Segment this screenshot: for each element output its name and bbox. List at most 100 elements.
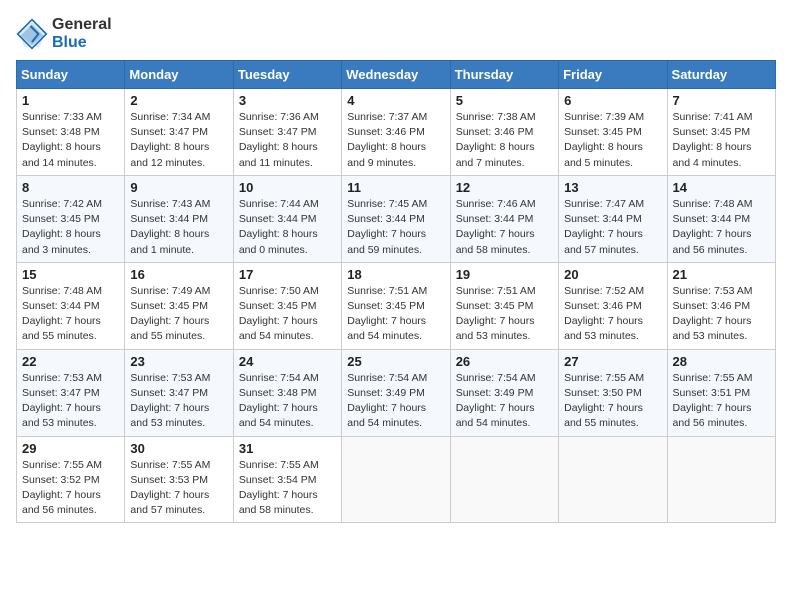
calendar-cell: 14Sunrise: 7:48 AM Sunset: 3:44 PM Dayli… (667, 175, 775, 262)
day-number: 16 (130, 267, 227, 282)
calendar-cell: 8Sunrise: 7:42 AM Sunset: 3:45 PM Daylig… (17, 175, 125, 262)
day-number: 25 (347, 354, 444, 369)
calendar-cell: 6 Sunrise: 7:39 AM Sunset: 3:45 PM Daylig… (559, 89, 667, 176)
calendar-cell: 23 Sunrise: 7:53 AM Sunset: 3:47 PM Dayli… (125, 349, 233, 436)
calendar-body: 1 Sunrise: 7:33 AM Sunset: 3:48 PM Daylig… (17, 89, 776, 523)
day-number: 26 (456, 354, 553, 369)
day-info: Sunrise: 7:42 AM Sunset: 3:45 PM Dayligh… (22, 197, 119, 258)
logo: General Blue (16, 16, 112, 52)
calendar-week-row: 15Sunrise: 7:48 AM Sunset: 3:44 PM Dayli… (17, 262, 776, 349)
day-info: Sunrise: 7:51 AM Sunset: 3:45 PM Dayligh… (456, 284, 553, 345)
calendar-cell: 13 Sunrise: 7:47 AM Sunset: 3:44 PM Dayli… (559, 175, 667, 262)
day-info: Sunrise: 7:54 AM Sunset: 3:49 PM Dayligh… (456, 371, 553, 432)
calendar-week-row: 29 Sunrise: 7:55 AM Sunset: 3:52 PM Dayli… (17, 436, 776, 523)
day-info: Sunrise: 7:54 AM Sunset: 3:49 PM Dayligh… (347, 371, 444, 432)
calendar-cell: 22 Sunrise: 7:53 AM Sunset: 3:47 PM Dayli… (17, 349, 125, 436)
calendar-cell: 9Sunrise: 7:43 AM Sunset: 3:44 PM Daylig… (125, 175, 233, 262)
day-info: Sunrise: 7:54 AM Sunset: 3:48 PM Dayligh… (239, 371, 336, 432)
calendar-table: SundayMondayTuesdayWednesdayThursdayFrid… (16, 60, 776, 523)
day-number: 28 (673, 354, 770, 369)
day-number: 23 (130, 354, 227, 369)
day-number: 29 (22, 441, 119, 456)
day-info: Sunrise: 7:34 AM Sunset: 3:47 PM Dayligh… (130, 110, 227, 171)
calendar-cell: 10 Sunrise: 7:44 AM Sunset: 3:44 PM Dayli… (233, 175, 341, 262)
weekday-header-thursday: Thursday (450, 61, 558, 89)
day-info: Sunrise: 7:44 AM Sunset: 3:44 PM Dayligh… (239, 197, 336, 258)
calendar-cell (559, 436, 667, 523)
calendar-week-row: 22 Sunrise: 7:53 AM Sunset: 3:47 PM Dayli… (17, 349, 776, 436)
day-info: Sunrise: 7:39 AM Sunset: 3:45 PM Dayligh… (564, 110, 661, 171)
day-info: Sunrise: 7:53 AM Sunset: 3:46 PM Dayligh… (673, 284, 770, 345)
weekday-header-sunday: Sunday (17, 61, 125, 89)
header: General Blue (16, 16, 776, 52)
calendar-header: SundayMondayTuesdayWednesdayThursdayFrid… (17, 61, 776, 89)
day-info: Sunrise: 7:55 AM Sunset: 3:51 PM Dayligh… (673, 371, 770, 432)
day-number: 30 (130, 441, 227, 456)
calendar-cell: 4 Sunrise: 7:37 AM Sunset: 3:46 PM Daylig… (342, 89, 450, 176)
calendar-cell (667, 436, 775, 523)
calendar-cell: 29 Sunrise: 7:55 AM Sunset: 3:52 PM Dayli… (17, 436, 125, 523)
calendar-cell: 2Sunrise: 7:34 AM Sunset: 3:47 PM Daylig… (125, 89, 233, 176)
day-number: 3 (239, 93, 336, 108)
day-number: 10 (239, 180, 336, 195)
calendar-cell: 3 Sunrise: 7:36 AM Sunset: 3:47 PM Daylig… (233, 89, 341, 176)
day-number: 21 (673, 267, 770, 282)
day-info: Sunrise: 7:55 AM Sunset: 3:50 PM Dayligh… (564, 371, 661, 432)
day-info: Sunrise: 7:55 AM Sunset: 3:52 PM Dayligh… (22, 458, 119, 519)
calendar-cell: 16 Sunrise: 7:49 AM Sunset: 3:45 PM Dayli… (125, 262, 233, 349)
day-info: Sunrise: 7:41 AM Sunset: 3:45 PM Dayligh… (673, 110, 770, 171)
day-number: 7 (673, 93, 770, 108)
logo-icon (16, 18, 48, 50)
day-info: Sunrise: 7:49 AM Sunset: 3:45 PM Dayligh… (130, 284, 227, 345)
day-number: 24 (239, 354, 336, 369)
weekday-header-monday: Monday (125, 61, 233, 89)
calendar-cell: 25 Sunrise: 7:54 AM Sunset: 3:49 PM Dayli… (342, 349, 450, 436)
calendar-cell (342, 436, 450, 523)
day-number: 9 (130, 180, 227, 195)
day-number: 13 (564, 180, 661, 195)
day-number: 15 (22, 267, 119, 282)
day-info: Sunrise: 7:53 AM Sunset: 3:47 PM Dayligh… (22, 371, 119, 432)
day-info: Sunrise: 7:50 AM Sunset: 3:45 PM Dayligh… (239, 284, 336, 345)
calendar-cell: 20 Sunrise: 7:52 AM Sunset: 3:46 PM Dayli… (559, 262, 667, 349)
calendar-cell: 27 Sunrise: 7:55 AM Sunset: 3:50 PM Dayli… (559, 349, 667, 436)
day-number: 20 (564, 267, 661, 282)
day-number: 31 (239, 441, 336, 456)
day-number: 6 (564, 93, 661, 108)
calendar-cell (450, 436, 558, 523)
calendar-cell: 24 Sunrise: 7:54 AM Sunset: 3:48 PM Dayli… (233, 349, 341, 436)
day-number: 19 (456, 267, 553, 282)
weekday-header-friday: Friday (559, 61, 667, 89)
logo-text: General Blue (52, 16, 112, 52)
day-number: 22 (22, 354, 119, 369)
day-info: Sunrise: 7:55 AM Sunset: 3:53 PM Dayligh… (130, 458, 227, 519)
calendar-week-row: 1 Sunrise: 7:33 AM Sunset: 3:48 PM Daylig… (17, 89, 776, 176)
day-number: 12 (456, 180, 553, 195)
calendar-cell: 19 Sunrise: 7:51 AM Sunset: 3:45 PM Dayli… (450, 262, 558, 349)
day-info: Sunrise: 7:33 AM Sunset: 3:48 PM Dayligh… (22, 110, 119, 171)
weekday-header-row: SundayMondayTuesdayWednesdayThursdayFrid… (17, 61, 776, 89)
calendar-cell: 26 Sunrise: 7:54 AM Sunset: 3:49 PM Dayli… (450, 349, 558, 436)
day-info: Sunrise: 7:52 AM Sunset: 3:46 PM Dayligh… (564, 284, 661, 345)
day-number: 1 (22, 93, 119, 108)
calendar-cell: 1 Sunrise: 7:33 AM Sunset: 3:48 PM Daylig… (17, 89, 125, 176)
day-info: Sunrise: 7:36 AM Sunset: 3:47 PM Dayligh… (239, 110, 336, 171)
day-info: Sunrise: 7:38 AM Sunset: 3:46 PM Dayligh… (456, 110, 553, 171)
day-number: 5 (456, 93, 553, 108)
day-info: Sunrise: 7:53 AM Sunset: 3:47 PM Dayligh… (130, 371, 227, 432)
day-number: 27 (564, 354, 661, 369)
calendar-cell: 18 Sunrise: 7:51 AM Sunset: 3:45 PM Dayli… (342, 262, 450, 349)
day-info: Sunrise: 7:47 AM Sunset: 3:44 PM Dayligh… (564, 197, 661, 258)
day-info: Sunrise: 7:55 AM Sunset: 3:54 PM Dayligh… (239, 458, 336, 519)
day-number: 4 (347, 93, 444, 108)
day-info: Sunrise: 7:37 AM Sunset: 3:46 PM Dayligh… (347, 110, 444, 171)
calendar-cell: 7 Sunrise: 7:41 AM Sunset: 3:45 PM Daylig… (667, 89, 775, 176)
calendar-week-row: 8Sunrise: 7:42 AM Sunset: 3:45 PM Daylig… (17, 175, 776, 262)
day-info: Sunrise: 7:51 AM Sunset: 3:45 PM Dayligh… (347, 284, 444, 345)
day-number: 11 (347, 180, 444, 195)
day-number: 18 (347, 267, 444, 282)
day-number: 14 (673, 180, 770, 195)
day-number: 17 (239, 267, 336, 282)
calendar-cell: 12Sunrise: 7:46 AM Sunset: 3:44 PM Dayli… (450, 175, 558, 262)
calendar-cell: 21 Sunrise: 7:53 AM Sunset: 3:46 PM Dayli… (667, 262, 775, 349)
